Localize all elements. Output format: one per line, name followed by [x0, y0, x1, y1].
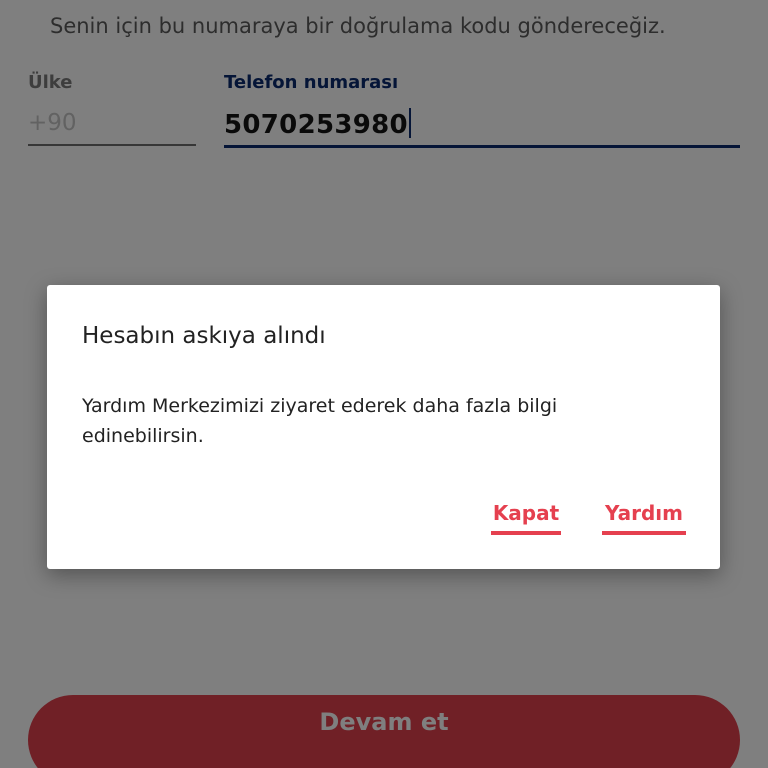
close-button[interactable]: Kapat [491, 501, 561, 535]
dialog-message: Yardım Merkezimizi ziyaret ederek daha f… [82, 395, 558, 447]
phone-verification-screen: Senin için bu numaraya bir doğrulama kod… [0, 0, 768, 768]
help-button[interactable]: Yardım [602, 501, 686, 535]
dialog-title: Hesabın askıya alındı [82, 323, 326, 349]
account-suspended-dialog: Hesabın askıya alındı Yardım Merkezimizi… [47, 285, 720, 569]
